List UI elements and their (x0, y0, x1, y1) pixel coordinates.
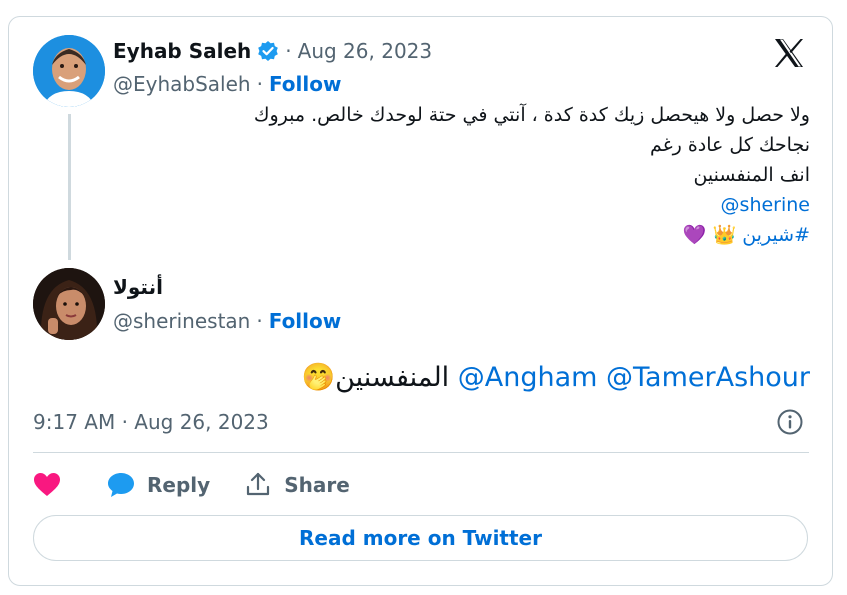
quoted-text-line: نجاحك كل عادة رغم (650, 134, 810, 156)
tweet-timestamp[interactable]: 9:17 AM · Aug 26, 2023 (33, 410, 269, 434)
main-author-row: أنتولا (113, 275, 163, 299)
quoted-handle-row: @EyhabSaleh · Follow (113, 72, 341, 96)
share-button[interactable]: Share (244, 471, 350, 499)
like-button[interactable] (33, 472, 73, 498)
main-text-word: المنفسنين (335, 362, 450, 393)
reply-button[interactable]: Reply (107, 472, 210, 498)
follow-button[interactable]: Follow (269, 72, 342, 96)
avatar-sherinestan[interactable] (33, 268, 105, 340)
hashtag-link[interactable]: #شيرين (742, 224, 810, 246)
separator-dot: · (285, 39, 292, 63)
read-more-button[interactable]: Read more on Twitter (33, 515, 808, 561)
quoted-text-line: انف المنفسنين (693, 164, 810, 186)
main-handle-row: @sherinestan · Follow (113, 309, 341, 333)
emoji-hand-over-mouth: 🤭 (301, 362, 336, 393)
emoji-crown-heart: 👑 💜 (682, 224, 737, 246)
divider (33, 452, 809, 453)
reply-label: Reply (147, 473, 211, 497)
mention-links[interactable]: @Angham @TamerAshour (458, 362, 810, 393)
reply-bubble-icon (108, 473, 134, 497)
quoted-author-row: Eyhab Saleh · Aug 26, 2023 (113, 39, 432, 63)
display-name[interactable]: Eyhab Saleh (113, 39, 251, 63)
share-label: Share (284, 473, 350, 497)
main-handle[interactable]: @sherinestan (113, 309, 250, 333)
thread-connector-line (68, 114, 71, 260)
tweet-actions-bar: Reply Share (33, 466, 384, 504)
separator-dot: · (256, 72, 263, 96)
x-logo-icon[interactable] (772, 36, 806, 70)
separator-dot: · (256, 309, 263, 333)
display-name[interactable]: أنتولا (113, 275, 163, 299)
share-upload-icon (247, 472, 270, 496)
main-tweet-text: @Angham @TamerAshour المنفسنين🤭 (100, 358, 810, 398)
mention-link[interactable]: @sherine (721, 194, 810, 216)
quoted-date[interactable]: Aug 26, 2023 (298, 39, 432, 63)
info-icon[interactable] (776, 408, 804, 436)
quoted-handle[interactable]: @EyhabSaleh (113, 72, 251, 96)
follow-button[interactable]: Follow (269, 309, 342, 333)
heart-icon (34, 473, 60, 496)
avatar-eyhab-saleh[interactable] (33, 35, 105, 107)
quoted-text-line: ولا حصل ولا هيحصل زيك كدة كدة ، آنتي في … (253, 104, 810, 126)
quoted-tweet-text: ولا حصل ولا هيحصل زيك كدة كدة ، آنتي في … (120, 100, 810, 250)
verified-badge-icon (257, 40, 279, 62)
